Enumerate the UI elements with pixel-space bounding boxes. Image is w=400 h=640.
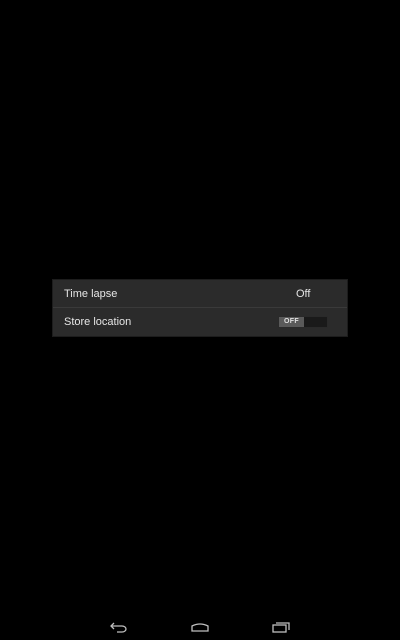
recents-button[interactable] <box>269 620 293 634</box>
camera-settings-screen: Time lapse Off Store location OFF <box>0 0 400 640</box>
back-icon <box>109 621 129 633</box>
recents-icon <box>271 621 291 633</box>
settings-popup: Time lapse Off Store location OFF <box>53 280 347 336</box>
time-lapse-label: Time lapse <box>64 287 118 300</box>
store-location-label: Store location <box>64 315 132 328</box>
back-button[interactable] <box>107 620 131 634</box>
store-location-toggle[interactable]: OFF <box>278 316 328 328</box>
setting-row-store-location[interactable]: Store location OFF <box>53 307 347 335</box>
toggle-thumb: OFF <box>279 317 304 327</box>
setting-row-time-lapse[interactable]: Time lapse Off <box>53 280 347 307</box>
home-button[interactable] <box>188 620 212 634</box>
time-lapse-value[interactable]: Off <box>296 288 310 300</box>
navigation-bar <box>0 612 400 640</box>
home-icon <box>190 621 210 633</box>
